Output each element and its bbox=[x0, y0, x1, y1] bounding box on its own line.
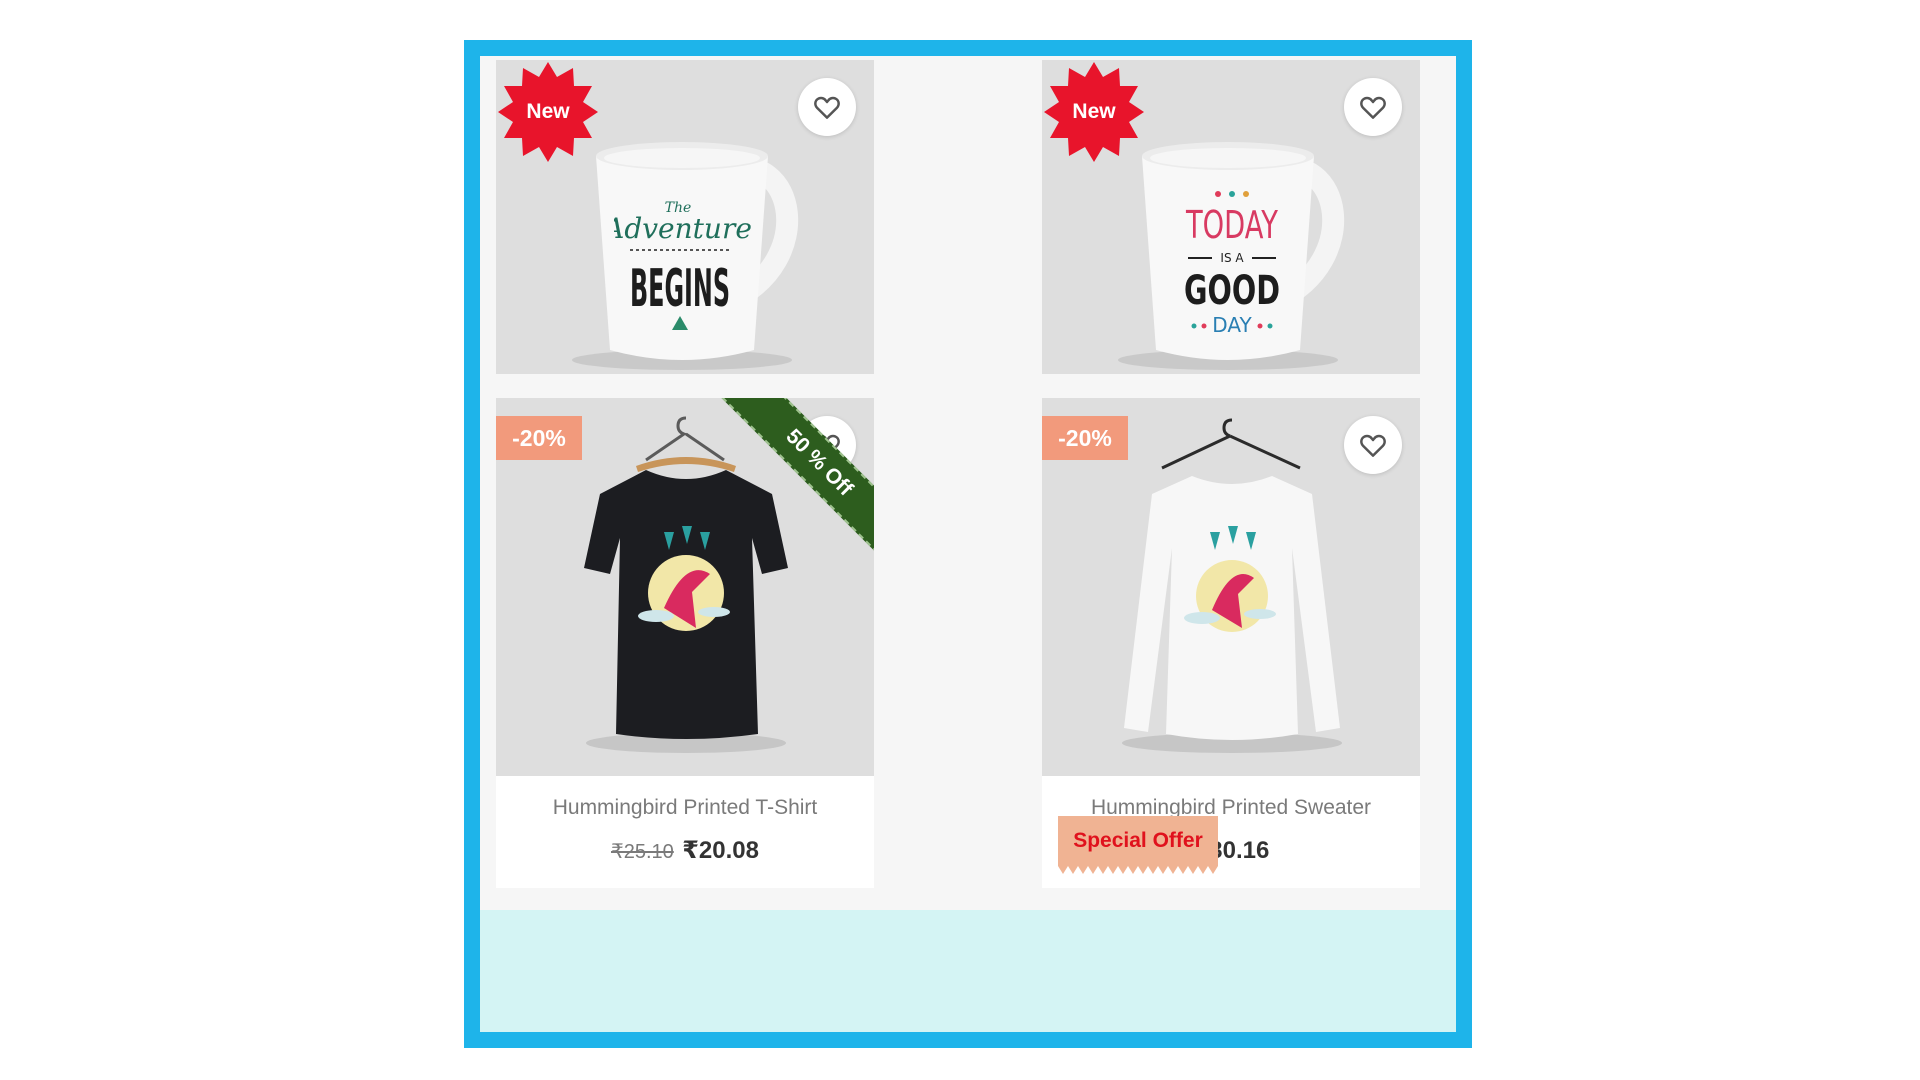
wishlist-button[interactable] bbox=[1344, 416, 1402, 474]
discount-badge: -20% bbox=[496, 416, 582, 460]
sale-price: ₹20.08 bbox=[682, 837, 759, 864]
new-badge: New bbox=[496, 60, 600, 164]
wishlist-button[interactable] bbox=[798, 78, 856, 136]
new-badge-label: New bbox=[1072, 100, 1116, 123]
heart-outline-icon bbox=[1360, 434, 1386, 457]
mug-text-adventure: Adventure bbox=[614, 212, 752, 245]
special-offer-tag: Special Offer bbox=[1058, 816, 1218, 874]
heart-outline-icon bbox=[1360, 96, 1386, 119]
product-showcase-frame: The Adventure BEGINS New TODAY IS A GOOD… bbox=[464, 40, 1472, 1048]
mug-text-day: DAY bbox=[1212, 313, 1252, 337]
new-badge-label: New bbox=[526, 100, 570, 123]
product-price: ₹25.10 ₹20.08 bbox=[496, 836, 874, 865]
special-offer-label: Special Offer bbox=[1073, 829, 1203, 852]
offer-ribbon: 50 % Off bbox=[714, 398, 874, 558]
new-badge: New bbox=[1042, 60, 1146, 164]
mug-text-begins: BEGINS bbox=[630, 259, 730, 319]
mug-text-good: GOOD bbox=[1184, 268, 1280, 314]
product-title[interactable]: Hummingbird Printed T-Shirt bbox=[496, 796, 874, 820]
product-card-hummingbird-sweater[interactable]: -20% Hummingbird Printed Sweater ₹30.16 … bbox=[1042, 398, 1420, 888]
bottom-banner-area bbox=[480, 910, 1456, 1032]
mug-text-today: TODAY bbox=[1185, 203, 1278, 247]
heart-outline-icon bbox=[814, 96, 840, 119]
discount-badge: -20% bbox=[1042, 416, 1128, 460]
product-card-adventure-mug[interactable]: The Adventure BEGINS New bbox=[496, 60, 874, 374]
product-card-today-mug[interactable]: TODAY IS A GOOD DAY New bbox=[1042, 60, 1420, 374]
mug-text-is-a: IS A bbox=[1220, 251, 1244, 265]
wishlist-button[interactable] bbox=[1344, 78, 1402, 136]
product-card-hummingbird-tshirt[interactable]: -20% 50 % Off Hummingbird Printed T-Shir… bbox=[496, 398, 874, 888]
regular-price: ₹25.10 bbox=[611, 841, 674, 863]
offer-ribbon-label: 50 % Off bbox=[721, 398, 874, 558]
